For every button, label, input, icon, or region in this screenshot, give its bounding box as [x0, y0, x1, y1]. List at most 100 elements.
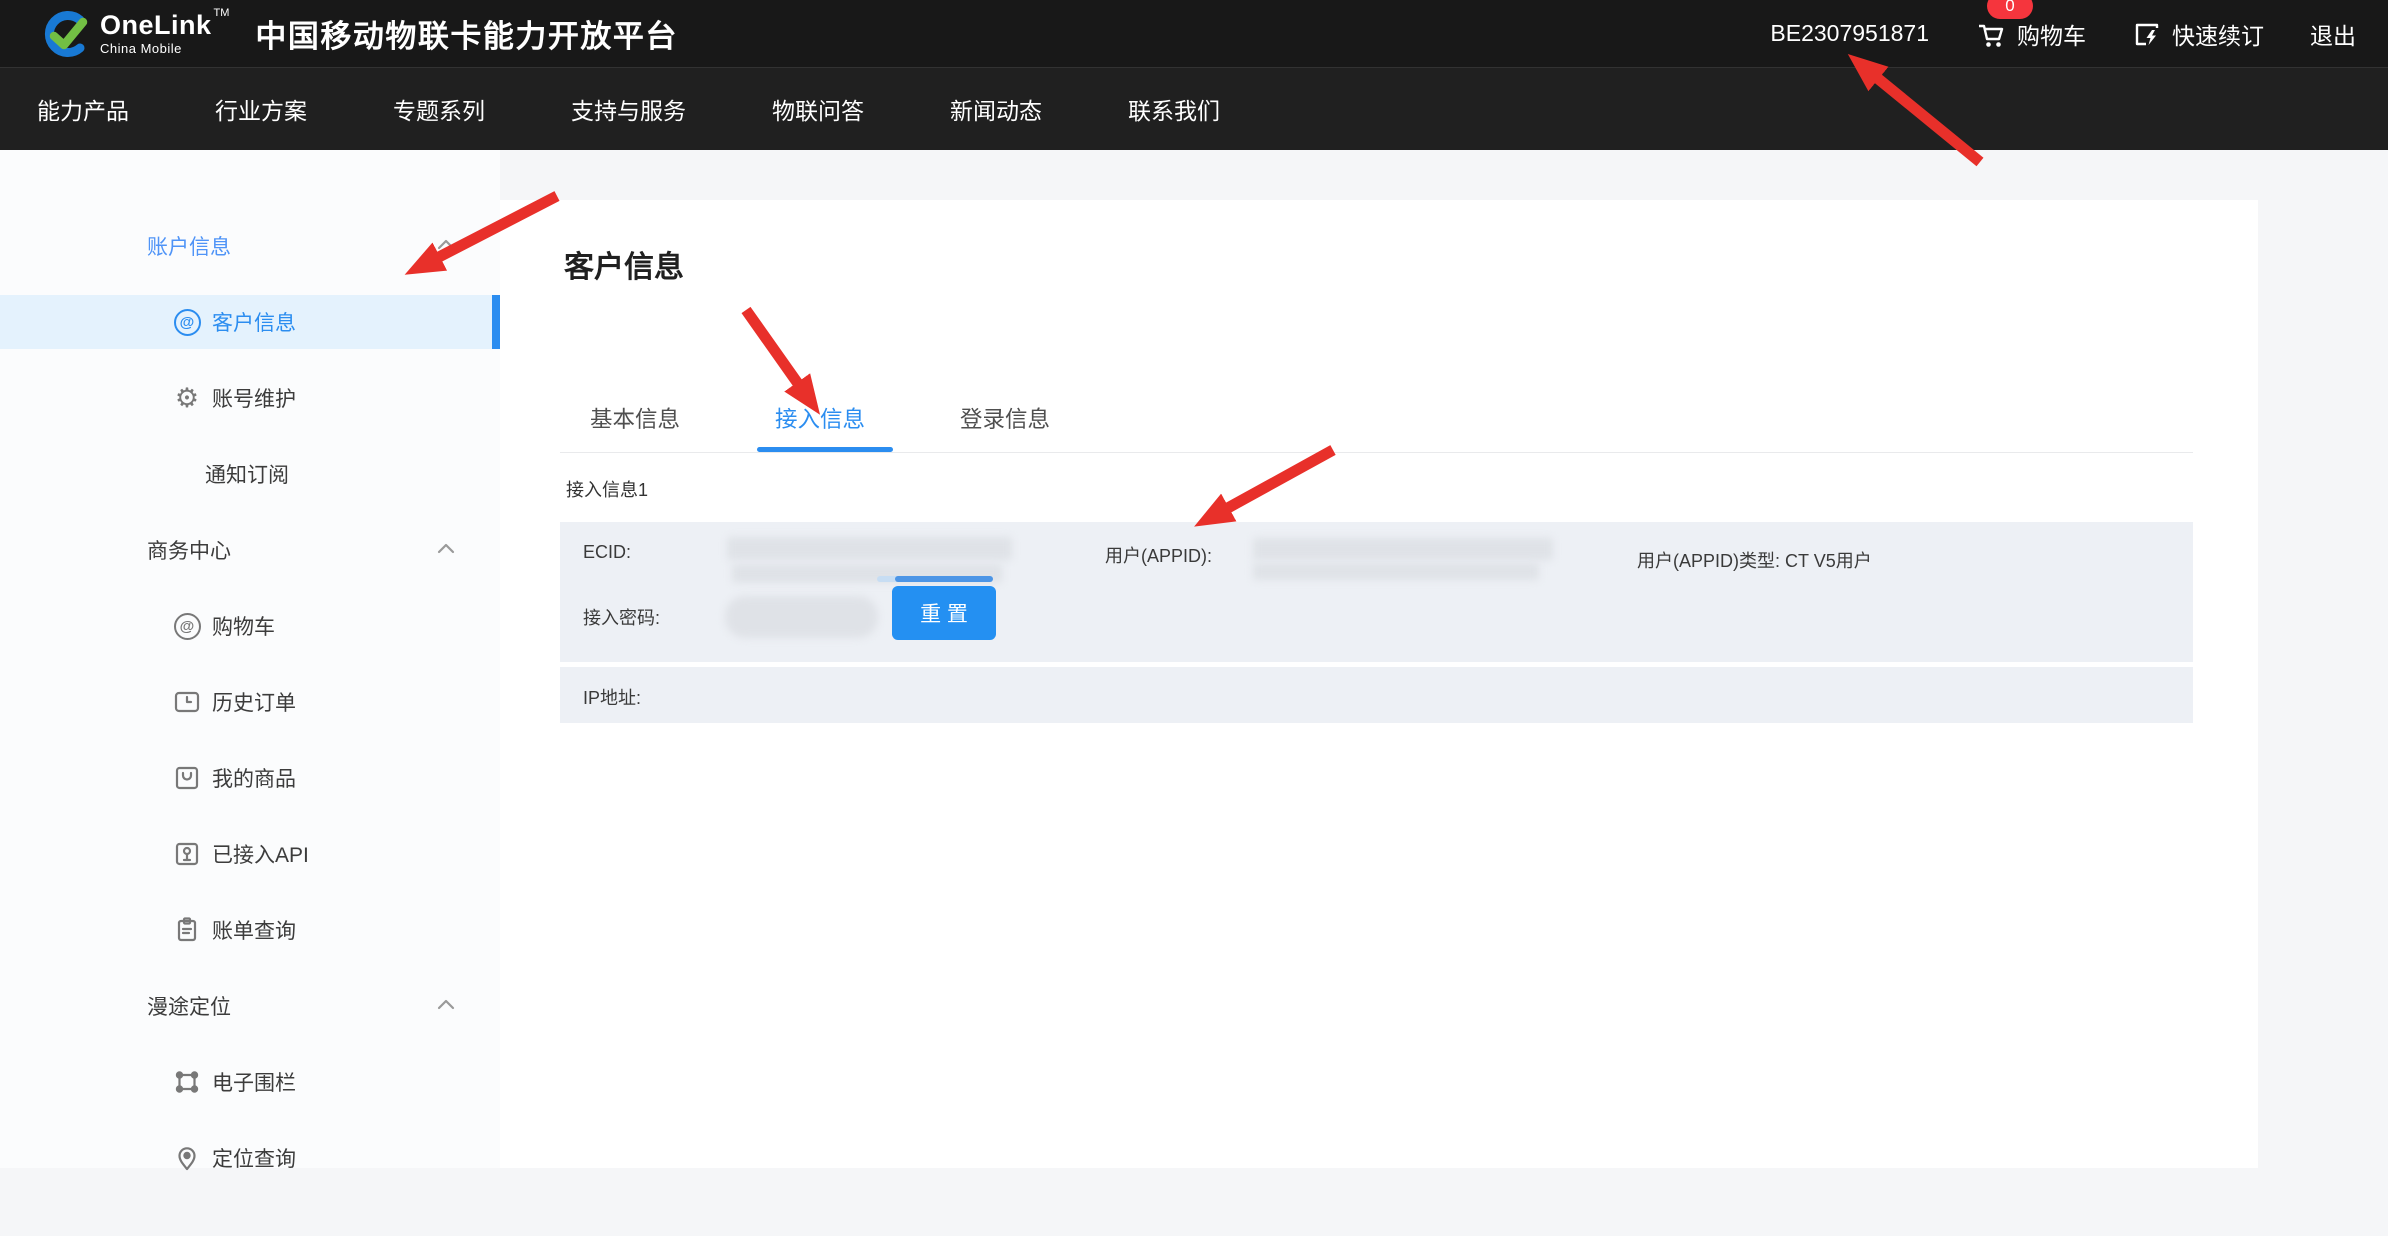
sidebar-item-8[interactable]: 我的商品 — [0, 751, 500, 805]
appid-type-value: CT V5用户 — [1785, 551, 1872, 571]
sidebar-item-label: 账户信息 — [147, 231, 231, 261]
access-password-redacted — [725, 596, 878, 638]
topbar-right: BE2307951871 0 购物车 快速续订 退出 — [1770, 17, 2388, 51]
tab-bar: 基本信息 接入信息 登录信息 — [590, 402, 1050, 434]
nav-item-7[interactable]: 联系我们 — [1128, 92, 1220, 126]
sidebar-row: 定位查询 — [0, 1120, 500, 1196]
ip-address-label: IP地址: — [583, 684, 641, 710]
sidebar-item-label: 账号维护 — [212, 383, 296, 413]
tab-3[interactable]: 登录信息 — [960, 402, 1050, 434]
ecid-value-redacted — [727, 537, 1012, 560]
cart-icon — [1975, 18, 2007, 50]
sidebar-item-label: 客户信息 — [212, 307, 296, 337]
sidebar-item-7[interactable]: 历史订单 — [0, 675, 500, 729]
tab-2[interactable]: 接入信息 — [775, 402, 865, 434]
sidebar-row: 账单查询 — [0, 892, 500, 968]
access-password-label: 接入密码: — [583, 604, 660, 630]
ecid-scrollbar[interactable] — [877, 576, 993, 582]
sidebar-row: 已接入API — [0, 816, 500, 892]
sidebar-item-1[interactable]: 账户信息 — [0, 219, 500, 273]
ip-address-panel: IP地址: — [560, 667, 2193, 723]
sidebar-item-label: 账单查询 — [212, 915, 296, 945]
gear-icon: ⚙ — [172, 383, 202, 413]
account-id: BE2307951871 — [1770, 20, 1929, 47]
page: OneLinkTM China Mobile 中国移动物联卡能力开放平台 BE2… — [0, 0, 2388, 1236]
sidebar-item-label: 购物车 — [212, 611, 275, 641]
sidebar-item-6[interactable]: @ 购物车 — [0, 599, 500, 653]
sidebar-item-12[interactable]: 电子围栏 — [0, 1055, 500, 1109]
nav-item-6[interactable]: 新闻动态 — [950, 92, 1042, 126]
logout-link[interactable]: 退出 — [2310, 17, 2356, 51]
sidebar-row: ⚙ 账号维护 — [0, 360, 500, 436]
sidebar-row: 通知订阅 — [0, 436, 500, 512]
sidebar-item-4[interactable]: 通知订阅 — [0, 447, 500, 501]
access-info-panel: ECID: 用户(APPID): 用户(APPID)类型: CT V5用户 接入… — [560, 522, 2193, 662]
ecid-label: ECID: — [583, 542, 631, 563]
reset-password-button[interactable]: 重 置 — [892, 586, 996, 640]
cart-link[interactable]: 0 购物车 — [1975, 17, 2086, 51]
sidebar-item-9[interactable]: 已接入API — [0, 827, 500, 881]
brand-subtitle: China Mobile — [100, 42, 229, 55]
content-card: 客户信息 基本信息 接入信息 登录信息 接入信息1 ECID: 用户(APPID):… — [500, 200, 2258, 1168]
sidebar-row: @ 客户信息 — [0, 284, 500, 360]
nav-item-2[interactable]: 行业方案 — [215, 92, 307, 126]
sidebar-row: 漫途定位 — [0, 968, 500, 1044]
quick-renew-label: 快速续订 — [2172, 17, 2264, 51]
site-title: 中国移动物联卡能力开放平台 — [255, 11, 678, 56]
sidebar-row: 商务中心 — [0, 512, 500, 588]
sidebar-row: 账户信息 — [0, 208, 500, 284]
sidebar-item-5[interactable]: 商务中心 — [0, 523, 500, 577]
appid-value-redacted — [1253, 563, 1539, 580]
nav-item-1[interactable]: 能力产品 — [37, 92, 129, 126]
nav-item-3[interactable]: 专题系列 — [393, 92, 485, 126]
sidebar-item-label: 历史订单 — [212, 687, 296, 717]
sidebar-item-label: 已接入API — [212, 839, 309, 869]
sidebar-row: 我的商品 — [0, 740, 500, 816]
location-pin-icon — [172, 1143, 202, 1173]
sidebar-item-13[interactable]: 定位查询 — [0, 1131, 500, 1185]
at-circle-icon: @ — [172, 307, 202, 337]
ecid-scrollbar-thumb[interactable] — [895, 576, 993, 582]
api-icon — [172, 839, 202, 869]
sidebar-item-10[interactable]: 账单查询 — [0, 903, 500, 957]
sidebar-row: 历史订单 — [0, 664, 500, 740]
brand-block: OneLinkTM China Mobile — [100, 12, 229, 55]
sidebar-item-label: 商务中心 — [147, 535, 231, 565]
tab-1[interactable]: 基本信息 — [590, 402, 680, 434]
appid-type: 用户(APPID)类型: CT V5用户 — [1637, 547, 1872, 573]
sidebar-row: 电子围栏 — [0, 1044, 500, 1120]
sidebar-item-label: 我的商品 — [212, 763, 296, 793]
main-nav: 能力产品 行业方案 专题系列 支持与服务 物联问答 新闻动态 联系我们 — [0, 67, 2388, 150]
cart-label: 购物车 — [2017, 17, 2086, 51]
sidebar-item-label: 通知订阅 — [205, 459, 289, 489]
topbar: OneLinkTM China Mobile 中国移动物联卡能力开放平台 BE2… — [0, 0, 2388, 67]
fence-icon — [172, 1067, 202, 1097]
at-circle-icon: @ — [172, 611, 202, 641]
sidebar: 账户信息 @ 客户信息 ⚙ 账号维护通知订阅商务中心 @ 购物车历史订单我的商品已接入API… — [0, 150, 500, 1168]
brand-trademark: TM — [214, 7, 230, 19]
tab-divider — [560, 452, 2193, 453]
page-title: 客户信息 — [564, 242, 684, 286]
appid-label: 用户(APPID): — [1105, 542, 1212, 568]
sidebar-item-2[interactable]: @ 客户信息 — [0, 295, 500, 349]
nav-item-5[interactable]: 物联问答 — [772, 92, 864, 126]
appid-type-label: 用户(APPID)类型: — [1637, 551, 1780, 571]
history-icon — [172, 687, 202, 717]
brand-name: OneLink — [100, 10, 212, 40]
cart-count-badge: 0 — [1987, 0, 2033, 19]
sidebar-item-label: 漫途定位 — [147, 991, 231, 1021]
quick-renew-icon — [2132, 19, 2162, 49]
nav-item-4[interactable]: 支持与服务 — [571, 92, 686, 126]
chevron-up-icon[interactable] — [437, 541, 455, 559]
bill-icon — [172, 915, 202, 945]
chevron-up-icon[interactable] — [437, 237, 455, 255]
quick-renew-link[interactable]: 快速续订 — [2132, 17, 2264, 51]
sidebar-item-label: 定位查询 — [212, 1143, 296, 1173]
onelink-logo-icon — [40, 9, 90, 59]
appid-value-redacted — [1253, 538, 1553, 560]
sidebar-item-11[interactable]: 漫途定位 — [0, 979, 500, 1033]
chevron-up-icon[interactable] — [437, 997, 455, 1015]
access-info-section-label: 接入信息1 — [566, 476, 648, 502]
sidebar-item-3[interactable]: ⚙ 账号维护 — [0, 371, 500, 425]
sidebar-row: @ 购物车 — [0, 588, 500, 664]
